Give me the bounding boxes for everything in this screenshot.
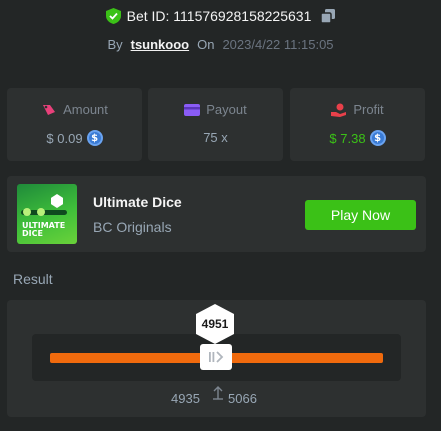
- payout-header: Payout: [184, 102, 247, 117]
- username-link[interactable]: tsunkooo: [131, 37, 190, 52]
- payout-label: Payout: [206, 102, 247, 117]
- ultimate-dice-thumbnail[interactable]: ULTIMATE DICE: [17, 184, 77, 244]
- bet-datetime: 2023/4/22 11:15:05: [222, 36, 334, 52]
- rolled-result: 4951: [201, 317, 229, 331]
- amount-header: Amount: [41, 102, 108, 117]
- copy-icon[interactable]: [321, 9, 336, 23]
- game-card: ULTIMATE DICE Ultimate Dice BC Originals…: [7, 176, 426, 252]
- thumb-dot: [37, 208, 45, 216]
- amount-stat: Amount $ 0.09 $: [7, 88, 142, 161]
- profit-header: Profit: [331, 102, 384, 117]
- bet-id: Bet ID: 111576928158225631: [126, 8, 312, 24]
- slider-handle[interactable]: [200, 344, 232, 370]
- play-now-button[interactable]: Play Now: [305, 200, 416, 230]
- payout-value: 75 x: [203, 130, 228, 145]
- usd-coin-icon: $: [86, 130, 103, 146]
- payout-icon: [184, 103, 201, 116]
- thumb-dot: [23, 208, 31, 216]
- range-marker-icon: [213, 386, 223, 400]
- verified-shield-icon: [105, 8, 121, 24]
- bet-id-row: Bet ID: 111576928158225631: [0, 6, 441, 26]
- amount-value-row: $ 0.09 $: [46, 130, 103, 146]
- amount-label: Amount: [63, 102, 108, 117]
- profit-stat: Profit $ 7.38 $: [290, 88, 425, 161]
- result-panel: 4951 4935 5066: [7, 300, 426, 417]
- amount-value: $ 0.09: [46, 130, 83, 146]
- payout-value-row: 75 x: [203, 130, 228, 145]
- payout-stat: Payout 75 x: [148, 88, 283, 161]
- profit-label: Profit: [353, 102, 384, 117]
- drag-handle-icon: [209, 351, 224, 363]
- on-label: On: [197, 36, 215, 52]
- profit-icon: [331, 103, 347, 117]
- profit-value: $ 7.38: [329, 130, 366, 146]
- amount-icon: [43, 104, 56, 115]
- usd-coin-icon: $: [369, 130, 386, 146]
- game-provider: BC Originals: [93, 219, 172, 235]
- thumbnail-title: ULTIMATE DICE: [22, 221, 66, 238]
- by-label: By: [107, 36, 123, 52]
- bet-detail-panel: Bet ID: 111576928158225631 By tsunkooo O…: [0, 0, 441, 431]
- range-low: 4935: [171, 391, 200, 406]
- result-heading: Result: [13, 271, 53, 287]
- profit-value-row: $ 7.38 $: [329, 130, 386, 146]
- bettor-row: By tsunkooo On 2023/4/22 11:15:05: [0, 35, 441, 53]
- game-name: Ultimate Dice: [93, 194, 182, 210]
- thumb-hex-tag: [51, 194, 63, 208]
- range-high: 5066: [228, 391, 257, 406]
